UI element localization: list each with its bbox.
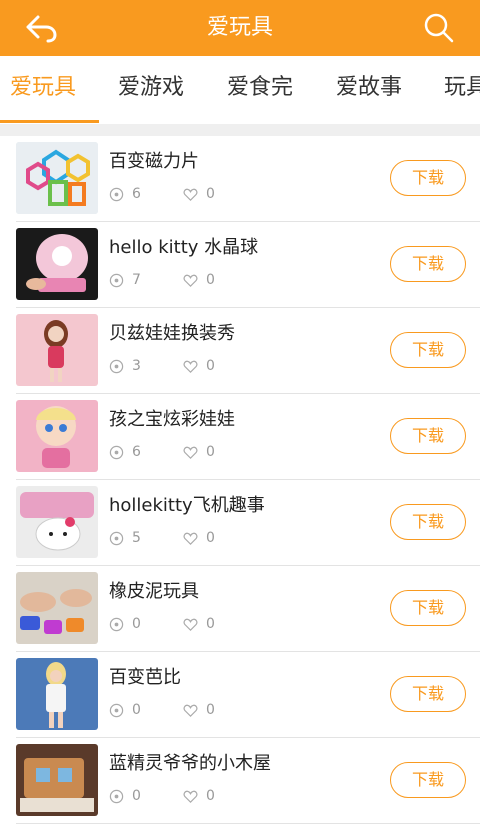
list-item[interactable]: 蓝精灵爷爷的小木屋 0 0 下载 [16, 738, 480, 824]
download-button[interactable]: 下载 [390, 504, 466, 540]
item-title: 橡皮泥玩具 [109, 581, 199, 602]
like-count: 0 [206, 272, 215, 288]
thumbnail-image[interactable] [16, 400, 98, 472]
tab-ai-gushi[interactable]: 爱故事 [336, 74, 402, 102]
toy-video-list: 百变磁力片 6 0 下载 hello kitty 水晶球 7 0 下载 贝兹娃娃… [0, 136, 480, 824]
page-title: 爱玩具 [206, 15, 273, 40]
list-item[interactable]: 孩之宝炫彩娃娃 6 0 下载 [16, 394, 480, 480]
views-icon [109, 789, 124, 803]
heart-icon[interactable] [183, 187, 198, 202]
item-title: 孩之宝炫彩娃娃 [109, 409, 235, 430]
thumbnail-image[interactable] [16, 486, 98, 558]
thumbnail-image[interactable] [16, 314, 98, 386]
heart-icon[interactable] [183, 531, 198, 546]
search-icon[interactable] [423, 12, 455, 44]
thumbnail-image[interactable] [16, 228, 98, 300]
download-button[interactable]: 下载 [390, 332, 466, 368]
views-icon [109, 273, 124, 287]
view-count: 0 [132, 702, 141, 718]
thumbnail-image[interactable] [16, 572, 98, 644]
thumbnail-image[interactable] [16, 142, 98, 214]
item-title: 贝兹娃娃换装秀 [109, 323, 235, 344]
heart-icon[interactable] [183, 445, 198, 460]
like-count: 0 [206, 444, 215, 460]
views-icon [109, 445, 124, 459]
tab-ai-youxi[interactable]: 爱游戏 [118, 74, 184, 102]
views-icon [109, 531, 124, 545]
list-item[interactable]: 贝兹娃娃换装秀 3 0 下载 [16, 308, 480, 394]
view-count: 7 [132, 272, 141, 288]
views-icon [109, 617, 124, 631]
list-item[interactable]: hello kitty 水晶球 7 0 下载 [16, 222, 480, 308]
like-count: 0 [206, 186, 215, 202]
download-button[interactable]: 下载 [390, 590, 466, 626]
like-count: 0 [206, 788, 215, 804]
view-count: 5 [132, 530, 141, 546]
section-divider [0, 124, 480, 136]
tab-ai-shiwan[interactable]: 爱食完 [227, 74, 293, 102]
views-icon [109, 703, 124, 717]
heart-icon[interactable] [183, 789, 198, 804]
views-icon [109, 187, 124, 201]
like-count: 0 [206, 702, 215, 718]
heart-icon[interactable] [183, 359, 198, 374]
heart-icon[interactable] [183, 617, 198, 632]
like-count: 0 [206, 358, 215, 374]
view-count: 6 [132, 186, 141, 202]
thumbnail-image[interactable] [16, 744, 98, 816]
item-title: hollekitty飞机趣事 [109, 495, 265, 516]
category-tabs: 爱玩具 爱游戏 爱食完 爱故事 玩具 [0, 56, 480, 124]
view-count: 0 [132, 788, 141, 804]
like-count: 0 [206, 530, 215, 546]
download-button[interactable]: 下载 [390, 418, 466, 454]
item-title: 蓝精灵爷爷的小木屋 [109, 753, 271, 774]
list-item[interactable]: 百变芭比 0 0 下载 [16, 652, 480, 738]
active-tab-indicator [0, 120, 99, 123]
download-button[interactable]: 下载 [390, 762, 466, 798]
download-button[interactable]: 下载 [390, 676, 466, 712]
list-item[interactable]: 百变磁力片 6 0 下载 [16, 136, 480, 222]
view-count: 6 [132, 444, 141, 460]
top-bar: 爱玩具 [0, 0, 480, 56]
tab-ai-wanju[interactable]: 爱玩具 [10, 74, 76, 102]
list-item[interactable]: 橡皮泥玩具 0 0 下载 [16, 566, 480, 652]
heart-icon[interactable] [183, 273, 198, 288]
thumbnail-image[interactable] [16, 658, 98, 730]
list-item[interactable]: hollekitty飞机趣事 5 0 下载 [16, 480, 480, 566]
download-button[interactable]: 下载 [390, 246, 466, 282]
tab-wanju[interactable]: 玩具 [444, 74, 480, 102]
download-button[interactable]: 下载 [390, 160, 466, 196]
view-count: 0 [132, 616, 141, 632]
item-title: 百变磁力片 [109, 151, 199, 172]
views-icon [109, 359, 124, 373]
view-count: 3 [132, 358, 141, 374]
heart-icon[interactable] [183, 703, 198, 718]
item-title: 百变芭比 [109, 667, 181, 688]
item-title: hello kitty 水晶球 [109, 237, 259, 258]
like-count: 0 [206, 616, 215, 632]
